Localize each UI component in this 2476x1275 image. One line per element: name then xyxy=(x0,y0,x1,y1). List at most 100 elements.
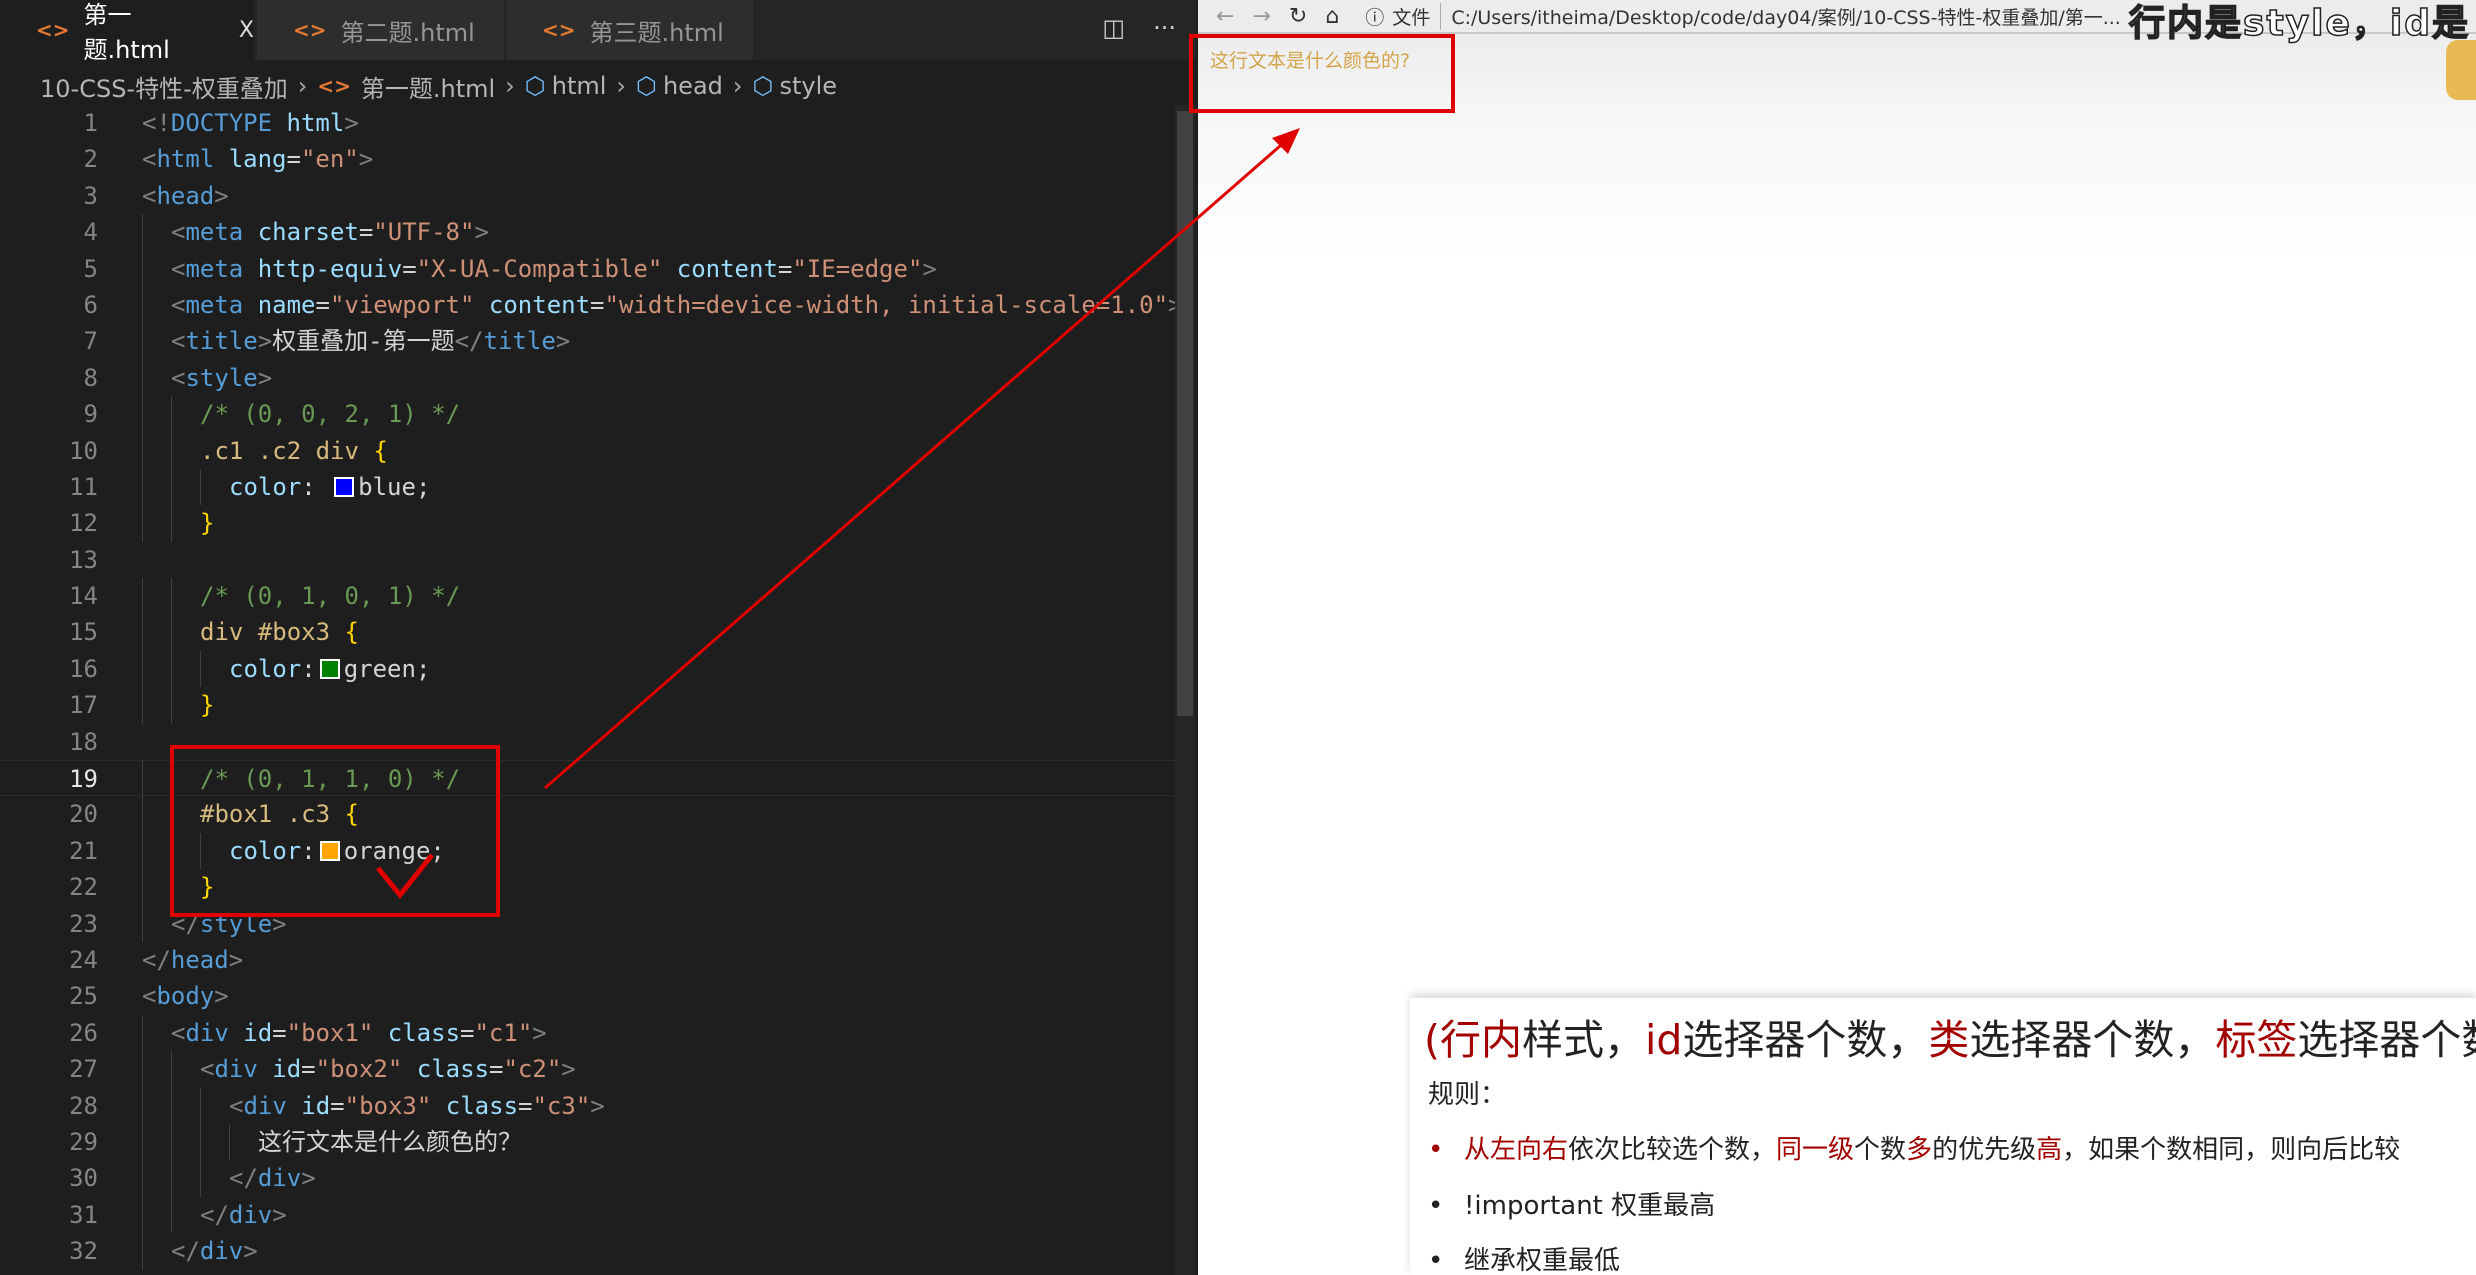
tab-file-2[interactable]: <> 第二题.html xyxy=(257,0,505,60)
code-line[interactable]: 17} xyxy=(0,687,1175,724)
html-file-icon: <> xyxy=(542,18,576,42)
code-text: </div> xyxy=(200,1197,287,1233)
indent-guide xyxy=(142,832,143,870)
code-token: id xyxy=(257,1055,302,1084)
indent-guide xyxy=(142,1123,143,1161)
slide-text-segment: 从左向右 xyxy=(1464,1135,1569,1165)
code-line[interactable]: 7 <title>权重叠加-第一题</title> xyxy=(0,323,1175,360)
code-line[interactable]: 10 .c1 .c2 div { xyxy=(0,432,1175,469)
code-line[interactable]: 29 这行文本是什么颜色的？ xyxy=(0,1123,1175,1161)
code-token: <! xyxy=(142,109,171,137)
indent-guide xyxy=(142,286,143,324)
line-number: 23 xyxy=(69,909,98,938)
indent-guide xyxy=(200,1160,201,1197)
code-token: } xyxy=(200,691,215,720)
code-line[interactable]: 8 <style> xyxy=(0,359,1175,397)
code-token: < xyxy=(171,254,186,283)
code-line[interactable]: 27 <div id="box2" class="c2"> xyxy=(0,1051,1175,1088)
vertical-scrollbar[interactable] xyxy=(1175,105,1195,1275)
code-token: < xyxy=(171,218,186,247)
home-icon[interactable]: ⌂ xyxy=(1325,4,1339,29)
code-token: : xyxy=(301,654,316,683)
scrollbar-thumb[interactable] xyxy=(1177,111,1193,716)
line-number: 18 xyxy=(69,727,98,756)
code-line[interactable]: 2 <html lang="en"> xyxy=(0,141,1175,177)
code-token: < xyxy=(142,145,157,174)
code-token: http-equiv xyxy=(243,254,403,283)
code-token: "box2" xyxy=(315,1055,403,1084)
breadcrumb-html[interactable]: html xyxy=(552,72,607,100)
code-token: head xyxy=(170,945,229,974)
code-token: .c1 .c2 div xyxy=(200,436,374,465)
line-number: 32 xyxy=(69,1237,98,1266)
html-file-icon: <> xyxy=(36,18,70,42)
code-line[interactable]: 4 <meta charset="UTF-8"> xyxy=(0,214,1175,251)
tab-bar: <> 第一题.html X <> 第二题.html <> 第三题.html ◫ ··· xyxy=(0,0,1196,64)
code-token: "viewport" xyxy=(329,290,475,319)
code-line[interactable]: 13 xyxy=(0,542,1175,578)
indent-guide xyxy=(142,869,143,906)
file-label: 文件 xyxy=(1392,6,1431,29)
back-icon[interactable]: ← xyxy=(1216,4,1234,29)
code-line[interactable]: 5 <meta http-equiv="X-UA-Compatible" cont… xyxy=(0,250,1175,287)
code-line[interactable]: 30 </div> xyxy=(0,1160,1175,1197)
code-line[interactable]: 1 <!DOCTYPE html> xyxy=(0,105,1175,141)
slide-panel: (行内样式，id选择器个数，类选择器个数，标签选择器个数 规则： •从左向右依次… xyxy=(1410,998,2476,1275)
code-token: = xyxy=(777,254,793,283)
code-line[interactable]: 25 <body> xyxy=(0,978,1175,1014)
line-number: 1 xyxy=(83,109,98,137)
line-number: 14 xyxy=(69,582,98,611)
slide-text-segment: !important 权重最高 xyxy=(1464,1191,1716,1221)
code-line[interactable]: 11 color: blue; xyxy=(0,468,1175,506)
code-token: > xyxy=(474,218,489,247)
thumbs-up-icon[interactable] xyxy=(2446,40,2476,100)
indent-guide xyxy=(142,214,143,251)
code-line[interactable]: 32 </div> xyxy=(0,1233,1175,1270)
slide-text-segment: 继承权重最低 xyxy=(1464,1246,1621,1275)
reload-icon[interactable]: ↻ xyxy=(1289,4,1307,29)
breadcrumb-head[interactable]: head xyxy=(663,72,723,100)
split-editor-icon[interactable]: ◫ xyxy=(1102,14,1125,42)
indent-guide xyxy=(142,505,143,542)
code-line[interactable]: 9 /* (0, 0, 2, 1) */ xyxy=(0,396,1175,433)
code-line[interactable]: 26 <div id="box1" class="c1"> xyxy=(0,1014,1175,1052)
code-line[interactable]: 6 <meta name="viewport" content="width=de… xyxy=(0,286,1182,324)
code-token: "c1" xyxy=(474,1018,533,1047)
code-text: } xyxy=(200,505,214,541)
indent-guide xyxy=(171,505,172,542)
code-line[interactable]: 24 </head> xyxy=(0,942,1175,978)
indent-guide xyxy=(142,905,143,942)
code-token: "box1" xyxy=(286,1018,374,1047)
breadcrumb-folder[interactable]: 10-CSS-特性-权重叠加 xyxy=(40,69,288,104)
close-tab-icon[interactable]: X xyxy=(239,18,254,43)
code-line[interactable]: 31 </div> xyxy=(0,1196,1175,1234)
breadcrumb-file[interactable]: 第一题.html xyxy=(361,69,495,104)
code-area[interactable]: 1 <!DOCTYPE html> 2 <html lang="en"> 3 <head>… xyxy=(0,105,1182,1270)
code-text: } xyxy=(200,687,214,723)
code-line[interactable]: 28 <div id="box3" class="c3"> xyxy=(0,1087,1175,1124)
code-line[interactable]: 14 /* (0, 1, 0, 1) */ xyxy=(0,578,1175,615)
code-token: = xyxy=(460,1018,475,1047)
code-token: "c2" xyxy=(503,1055,562,1084)
code-token: "X-UA-Compatible" xyxy=(416,254,663,283)
code-line[interactable]: 3 <head> xyxy=(0,178,1175,214)
code-token: DOCTYPE xyxy=(170,109,273,137)
slide-text-segment: (行内 xyxy=(1424,1016,1522,1064)
tab-file-3[interactable]: <> 第三题.html xyxy=(506,0,754,60)
code-token: = xyxy=(402,254,417,283)
slide-text-segment: 多 xyxy=(1906,1135,1933,1165)
info-icon[interactable]: ⓘ xyxy=(1365,3,1384,30)
code-token: "IE=edge" xyxy=(792,254,923,283)
breadcrumb-style[interactable]: style xyxy=(779,72,837,100)
code-line[interactable]: 12} xyxy=(0,505,1175,542)
code-line[interactable]: 16 color: green; xyxy=(0,650,1175,688)
forward-icon[interactable]: → xyxy=(1252,4,1270,29)
more-actions-icon[interactable]: ··· xyxy=(1153,14,1176,42)
code-token: div #box3 xyxy=(200,618,345,647)
code-line[interactable]: 15 div #box3 { xyxy=(0,614,1175,651)
line-number: 9 xyxy=(83,400,98,429)
tab-file-1[interactable]: <> 第一题.html X xyxy=(0,0,255,64)
code-token: color xyxy=(229,472,302,501)
url-field[interactable]: C:/Users/itheima/Desktop/code/day04/案例/1… xyxy=(1440,2,2121,30)
line-number: 30 xyxy=(69,1164,98,1193)
